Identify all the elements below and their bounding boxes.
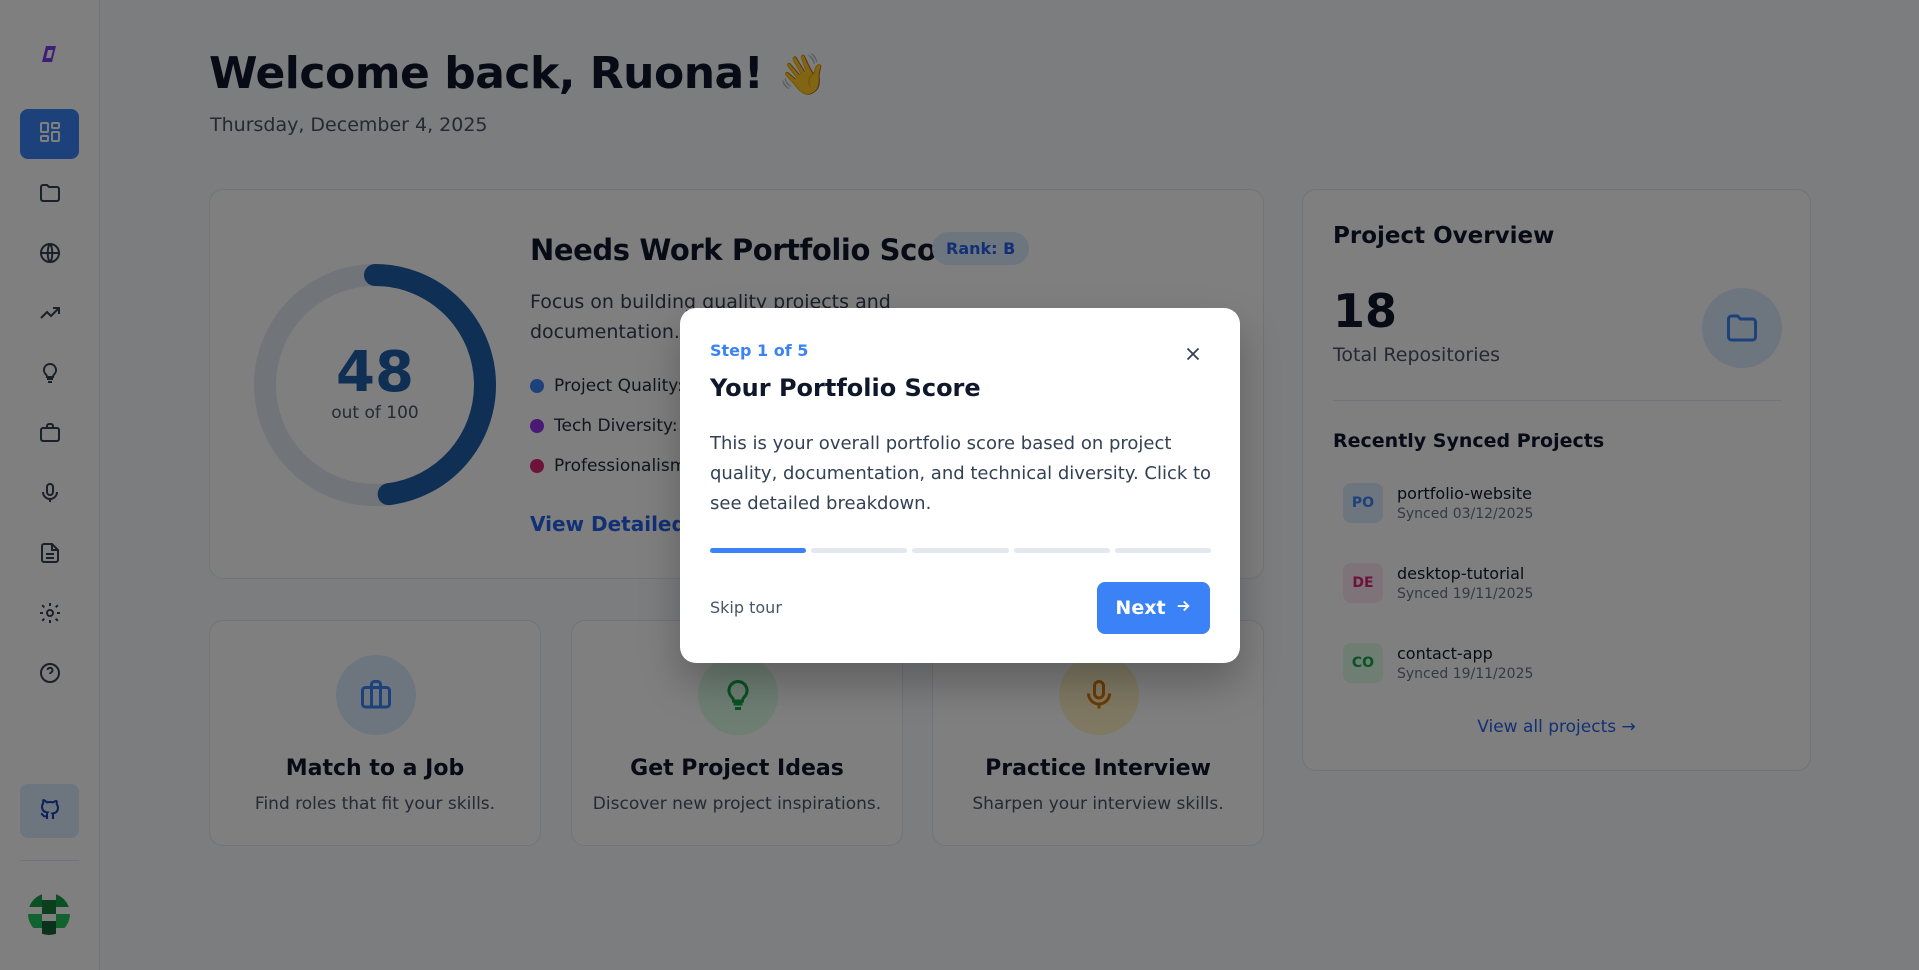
tour-step-indicator: Step 1 of 5 [710,341,809,360]
tour-progress-segment [1013,548,1110,553]
tour-progress-segment [1114,548,1212,553]
arrow-right-icon [1174,597,1192,620]
skip-tour-button[interactable]: Skip tour [710,598,782,617]
tour-progress-segment [811,548,908,553]
tour-progress-segment [912,548,1009,553]
tour-progress [710,548,1212,553]
tour-progress-segment [710,548,807,553]
close-button[interactable] [1181,344,1205,368]
next-button[interactable]: Next [1097,582,1210,634]
next-label: Next [1115,597,1166,619]
tour-dialog: Step 1 of 5 Your Portfolio Score This is… [680,308,1240,663]
tour-title: Your Portfolio Score [710,374,981,402]
close-icon [1182,343,1204,369]
tour-body: This is your overall portfolio score bas… [710,433,1212,514]
